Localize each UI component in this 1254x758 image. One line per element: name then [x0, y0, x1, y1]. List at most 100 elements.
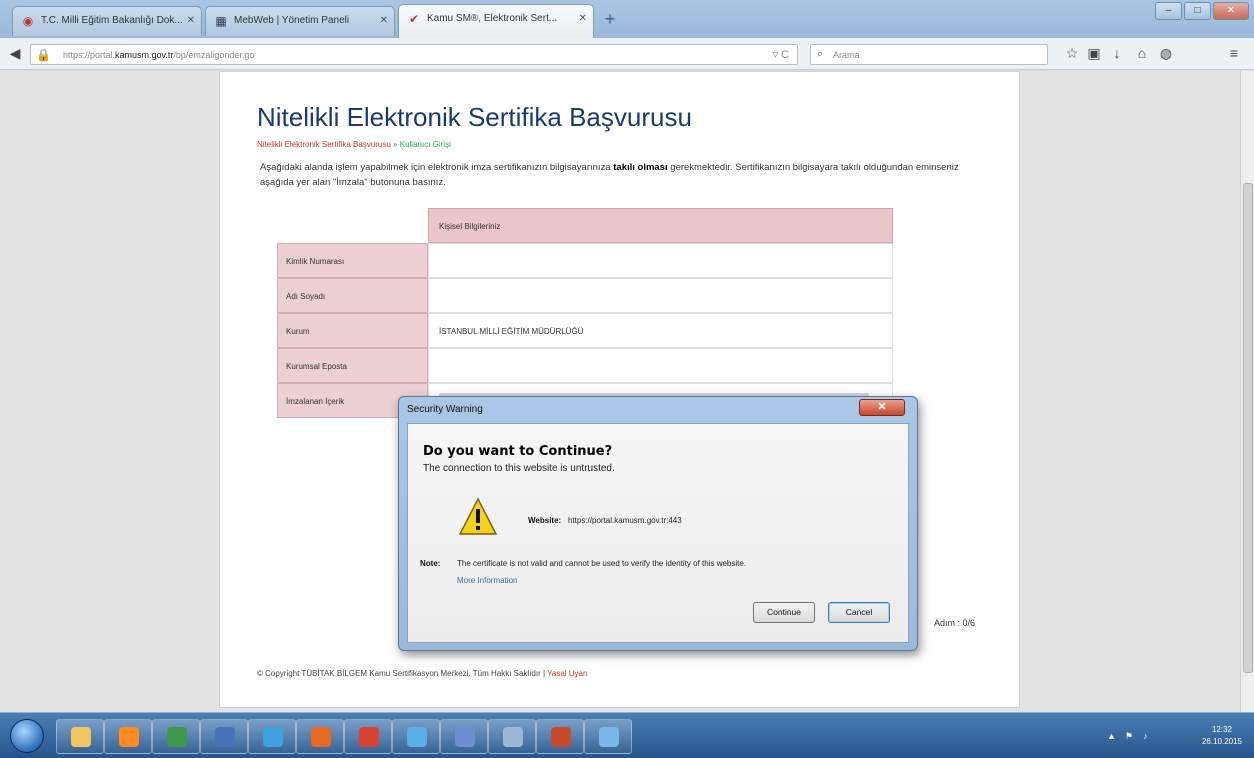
dialog-subtitle: The connection to this website is untrus…: [423, 463, 615, 474]
row-label: Adı Soyadı: [277, 278, 428, 313]
system-tray: ▲ ⚑ ♪ 12:32 26.10.2015: [1095, 721, 1250, 751]
taskbar-item[interactable]: [344, 719, 392, 754]
clock[interactable]: 12:32 26.10.2015: [1202, 724, 1242, 748]
dialog-heading: Do you want to Continue?: [423, 444, 613, 459]
row-label: Kimlik Numarası: [277, 243, 428, 278]
media-player-icon: [119, 727, 139, 747]
meb-icon: ◉: [22, 14, 34, 28]
browser-tab-bar: ◉ T.C. Milli Eğitim Bakanlığı Dok... ✕ ▦…: [0, 0, 1254, 38]
volume-icon[interactable]: ♪: [1143, 731, 1148, 741]
explorer-icon: [71, 727, 91, 747]
copyright-footer: © Copyright TÜBİTAK BİLGEM Kamu Sertifik…: [257, 669, 588, 678]
table-row: Kurum İSTANBUL MİLLİ EĞİTİM MÜDÜRLÜĞÜ: [277, 313, 893, 348]
breadcrumb-first[interactable]: Nitelikli Elektronik Sertifika Başvurusu: [257, 140, 391, 149]
intro-text-bold: takılı olması: [613, 162, 668, 173]
clock-date: 26.10.2015: [1201, 737, 1242, 746]
taskbar-item[interactable]: [152, 719, 200, 754]
breadcrumb-current: Kullanıcı Girişi: [399, 140, 451, 149]
copyright-text: © Copyright TÜBİTAK BİLGEM Kamu Sertifik…: [257, 669, 548, 678]
network-icon: [455, 727, 475, 747]
cancel-button[interactable]: Cancel: [828, 602, 890, 623]
url-domain: kamusm.gov.tr: [115, 50, 174, 60]
tab-label: Kamu SM®, Elektronik Sert...: [427, 13, 558, 24]
security-warning-dialog: Security Warning ✕ Do you want to Contin…: [398, 396, 918, 651]
browser-nav-bar: ◀ 🔒 https://portal.kamusm.gov.tr/bp/emza…: [0, 38, 1254, 70]
new-tab-button[interactable]: +: [600, 10, 620, 30]
table-row: Kurumsal Eposta: [277, 348, 893, 383]
start-button[interactable]: [10, 719, 44, 753]
tab-meb-documents[interactable]: ◉ T.C. Milli Eğitim Bakanlığı Dok... ✕: [12, 6, 202, 36]
tab-kamusm[interactable]: ✔ Kamu SM®, Elektronik Sert... ✕: [398, 4, 594, 38]
tubitak-icon: [407, 727, 427, 747]
tab-close-icon[interactable]: ✕: [380, 15, 388, 26]
star-icon[interactable]: ☆: [1063, 43, 1081, 63]
taskbar-item[interactable]: [248, 719, 296, 754]
calculator-icon: [503, 727, 523, 747]
taskbar-item[interactable]: [440, 719, 488, 754]
maximize-button[interactable]: □: [1184, 2, 1211, 20]
website-value: https://portal.kamusm.gov.tr:443: [568, 516, 682, 525]
download-icon[interactable]: ↓: [1108, 43, 1126, 63]
search-input[interactable]: ⌕ Arama: [810, 44, 1048, 65]
row-value: [428, 348, 893, 383]
menu-icon[interactable]: ≡: [1225, 43, 1243, 63]
taskbar-item[interactable]: [488, 719, 536, 754]
taskbar-item[interactable]: [584, 719, 632, 754]
row-value: İSTANBUL MİLLİ EĞİTİM MÜDÜRLÜĞÜ: [428, 313, 893, 348]
scrollbar-thumb[interactable]: [1243, 183, 1253, 673]
search-placeholder: Arama: [833, 50, 860, 60]
project-icon: [215, 727, 235, 747]
url-prefix: https://portal.: [63, 50, 116, 60]
back-button[interactable]: ◀: [4, 43, 26, 63]
windows-taskbar: ▲ ⚑ ♪ 12:32 26.10.2015: [0, 712, 1254, 758]
tab-label: MebWeb | Yönetim Paneli: [234, 15, 350, 26]
grid-icon: ▦: [215, 14, 227, 28]
page-title: Nitelikli Elektronik Sertifika Başvurusu: [257, 102, 692, 132]
table-header: Kişisel Bilgileriniz: [428, 208, 893, 243]
breadcrumb: Nitelikli Elektronik Sertifika Başvurusu…: [257, 140, 451, 149]
clock-time: 12:32: [1211, 725, 1232, 734]
back-arrow-icon: ◀: [9, 45, 21, 61]
chrome-icon: [359, 727, 379, 747]
reload-icon[interactable]: ▿ C: [772, 48, 789, 61]
continue-button[interactable]: Continue: [753, 602, 815, 623]
taskbar-item[interactable]: [56, 719, 104, 754]
dialog-close-button[interactable]: ✕: [859, 399, 905, 416]
desktop-screen: ◉ T.C. Milli Eğitim Bakanlığı Dok... ✕ ▦…: [0, 0, 1254, 758]
search-icon: ⌕: [817, 48, 824, 60]
tab-mebweb-panel[interactable]: ▦ MebWeb | Yönetim Paneli ✕: [205, 6, 395, 36]
tab-label: T.C. Milli Eğitim Bakanlığı Dok...: [41, 15, 183, 26]
action-center-icon[interactable]: ⚑: [1125, 731, 1133, 742]
tab-close-icon[interactable]: ✕: [187, 15, 195, 26]
row-value: [428, 243, 893, 278]
dialog-body: Do you want to Continue? The connection …: [407, 423, 909, 643]
website-label: Website:: [528, 516, 562, 525]
taskbar-item[interactable]: [536, 719, 584, 754]
intro-text: Aşağıdaki alanda işlem yapabilmek için e…: [260, 160, 965, 190]
row-value: [428, 278, 893, 313]
minimize-button[interactable]: –: [1155, 2, 1182, 20]
home-icon[interactable]: ⌂: [1133, 43, 1151, 63]
tab-close-icon[interactable]: ✕: [579, 13, 587, 24]
kamusm-icon: ✔: [408, 12, 420, 26]
taskbar-item[interactable]: [296, 719, 344, 754]
row-label: Kurum: [277, 313, 428, 348]
taskbar-item[interactable]: [104, 719, 152, 754]
note-label: Note:: [420, 559, 441, 568]
close-window-button[interactable]: ✕: [1213, 2, 1249, 20]
vertical-scrollbar[interactable]: [1240, 71, 1254, 712]
legal-link[interactable]: Yasal Uyarı: [547, 669, 588, 678]
warning-icon: [458, 497, 498, 535]
breadcrumb-separator: »: [390, 140, 400, 149]
taskbar-item[interactable]: [200, 719, 248, 754]
address-bar[interactable]: 🔒 https://portal.kamusm.gov.tr/bp/emzali…: [30, 44, 798, 65]
note-text: The certificate is not valid and cannot …: [457, 559, 747, 568]
firefox-icon: [311, 727, 331, 747]
url-path: /bp/emzaligonder.go: [173, 50, 255, 60]
tray-expand-icon[interactable]: ▲: [1107, 731, 1116, 741]
intro-text-pre: Aşağıdaki alanda işlem yapabilmek için e…: [260, 162, 614, 173]
pocket-icon[interactable]: ◍: [1157, 43, 1175, 63]
clipboard-icon[interactable]: ▣: [1085, 43, 1103, 63]
more-information-link[interactable]: More Information: [457, 576, 517, 585]
taskbar-item[interactable]: [392, 719, 440, 754]
